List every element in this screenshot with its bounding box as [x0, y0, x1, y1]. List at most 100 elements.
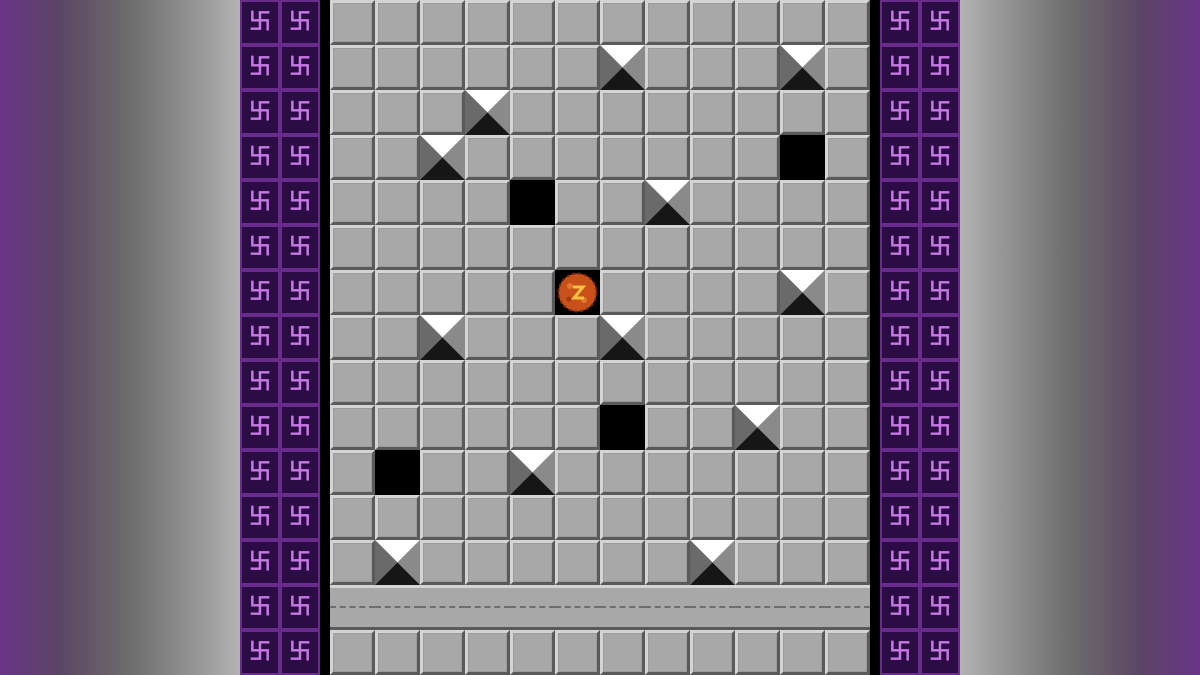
floor-tile: [555, 495, 600, 540]
floor-tile: [375, 225, 420, 270]
floor-tile: [735, 315, 780, 360]
floor-tile: [510, 135, 555, 180]
floor-tile: [510, 315, 555, 360]
floor-tile: [465, 45, 510, 90]
floor-tile: [780, 630, 825, 675]
wall-block: 卐: [240, 630, 280, 675]
floor-tile: [330, 45, 375, 90]
floor-tile: [690, 225, 735, 270]
wall-block: 卐: [920, 450, 960, 495]
left-wall: 卐卐卐卐卐卐卐卐卐卐卐卐卐卐卐卐卐卐卐卐卐卐卐卐卐卐卐卐卐卐: [240, 0, 320, 675]
floor-tile: [420, 360, 465, 405]
floor-tile: [420, 225, 465, 270]
floor-tile: [420, 495, 465, 540]
floor-tile: [645, 225, 690, 270]
floor-tile: [555, 450, 600, 495]
wall-block: 卐: [880, 450, 920, 495]
floor-tile: [330, 495, 375, 540]
floor-tile: [600, 180, 645, 225]
floor-tile: [690, 45, 735, 90]
wall-block: 卐: [280, 90, 320, 135]
floor-tile: [645, 630, 690, 675]
spike-trap: [600, 45, 645, 90]
floor-tile: [645, 450, 690, 495]
floor-tile: [825, 360, 870, 405]
wall-block: 卐: [280, 45, 320, 90]
pit-hole: [510, 180, 555, 225]
pit-hole: [375, 450, 420, 495]
wall-block: 卐: [920, 90, 960, 135]
floor-tile: [375, 90, 420, 135]
spike-trap: [420, 315, 465, 360]
wall-block: 卐: [920, 540, 960, 585]
wall-block: 卐: [280, 450, 320, 495]
wall-block: 卐: [280, 495, 320, 540]
floor-tile: [825, 405, 870, 450]
wall-block: 卐: [280, 180, 320, 225]
floor-tile: [420, 45, 465, 90]
wall-block: 卐: [240, 450, 280, 495]
floor-tile: [690, 405, 735, 450]
conveyor-belt: [375, 585, 420, 630]
floor-tile: [780, 225, 825, 270]
wall-block: 卐: [240, 225, 280, 270]
floor-tile: [600, 360, 645, 405]
floor-tile: [780, 540, 825, 585]
floor-tile: [825, 450, 870, 495]
floor-tile: [690, 360, 735, 405]
wall-block: 卐: [280, 315, 320, 360]
floor-tile: [510, 540, 555, 585]
wall-block: 卐: [240, 360, 280, 405]
wall-block: 卐: [880, 360, 920, 405]
spike-icon: [465, 90, 510, 135]
floor-tile: [645, 0, 690, 45]
wall-block: 卐: [920, 585, 960, 630]
wall-block: 卐: [920, 315, 960, 360]
pit-hole: [780, 135, 825, 180]
conveyor-belt: [420, 585, 465, 630]
floor-tile: [600, 270, 645, 315]
wall-block: 卐: [920, 360, 960, 405]
wall-block: 卐: [920, 495, 960, 540]
wall-block: 卐: [880, 180, 920, 225]
spike-trap: [780, 45, 825, 90]
floor-tile: [420, 0, 465, 45]
floor-tile: [600, 495, 645, 540]
player-ball-icon: [557, 272, 598, 313]
floor-tile: [555, 135, 600, 180]
game-screen: 卐卐卐卐卐卐卐卐卐卐卐卐卐卐卐卐卐卐卐卐卐卐卐卐卐卐卐卐卐卐 卐卐卐卐卐卐卐卐卐…: [240, 0, 960, 675]
floor-tile: [555, 90, 600, 135]
floor-tile: [690, 630, 735, 675]
floor-tile: [465, 360, 510, 405]
floor-tile: [600, 225, 645, 270]
spike-icon: [645, 180, 690, 225]
floor-tile: [465, 450, 510, 495]
floor-tile: [825, 225, 870, 270]
floor-tile: [555, 540, 600, 585]
floor-tile: [825, 180, 870, 225]
floor-tile: [375, 360, 420, 405]
wall-block: 卐: [280, 405, 320, 450]
floor-tile: [600, 0, 645, 45]
wall-block: 卐: [240, 270, 280, 315]
conveyor-belt: [645, 585, 690, 630]
wall-block: 卐: [880, 270, 920, 315]
floor-tile: [465, 135, 510, 180]
floor-tile: [735, 360, 780, 405]
floor-tile: [645, 315, 690, 360]
floor-tile: [735, 135, 780, 180]
floor-tile: [510, 495, 555, 540]
floor-tile: [420, 540, 465, 585]
spike-trap: [645, 180, 690, 225]
wall-block: 卐: [280, 270, 320, 315]
floor-tile: [690, 180, 735, 225]
floor-tile: [780, 495, 825, 540]
spike-trap: [780, 270, 825, 315]
pit-hole: [600, 405, 645, 450]
wall-block: 卐: [240, 495, 280, 540]
floor-tile: [330, 540, 375, 585]
floor-tile: [465, 270, 510, 315]
floor-tile: [600, 90, 645, 135]
floor-tile: [645, 45, 690, 90]
floor-tile: [645, 540, 690, 585]
